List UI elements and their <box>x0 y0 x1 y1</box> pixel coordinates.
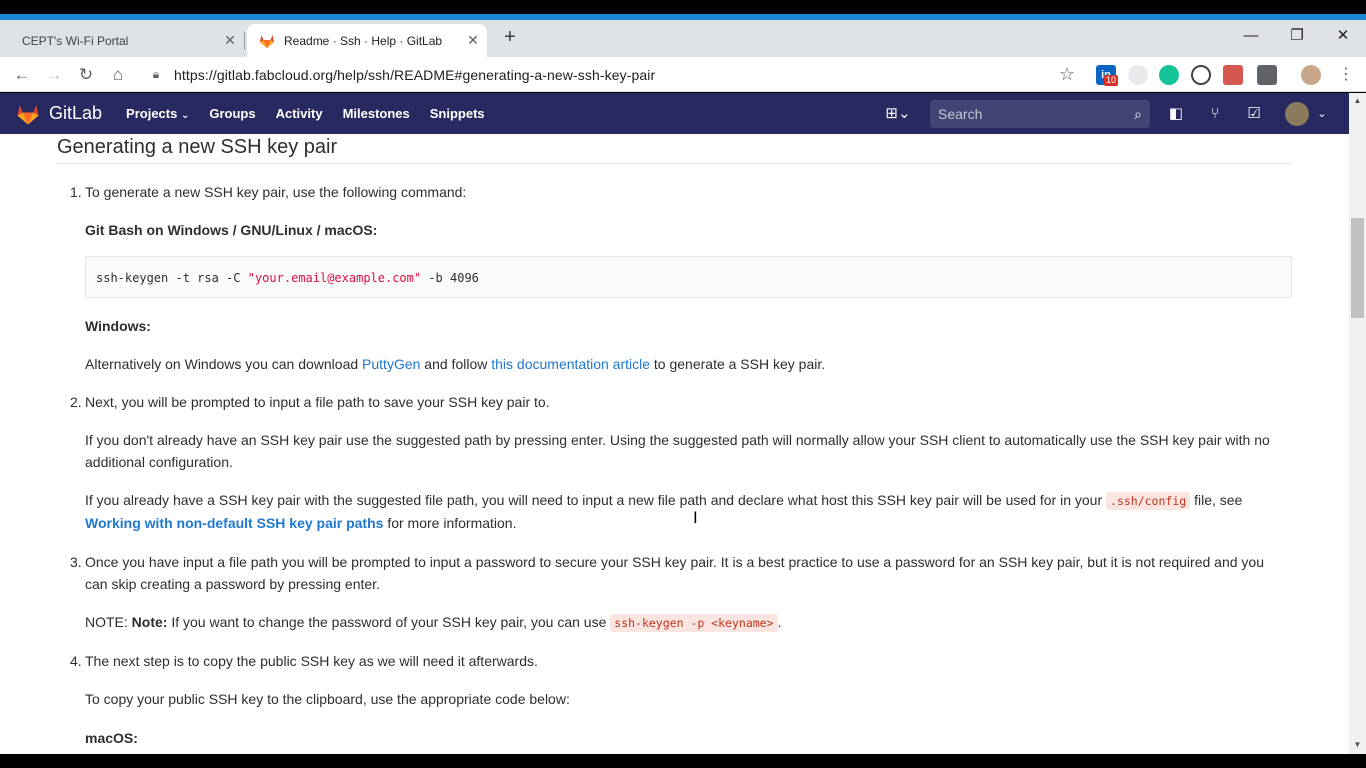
text-cursor-icon: I <box>693 508 698 527</box>
speed-icon[interactable] <box>1191 65 1211 85</box>
browser-menu-icon[interactable]: ⋮ <box>1332 61 1360 89</box>
nav-groups[interactable]: Groups <box>209 106 255 121</box>
puttygen-link[interactable]: PuttyGen <box>362 356 420 372</box>
nav-milestones[interactable]: Milestones <box>343 106 410 121</box>
documentation-link[interactable]: this documentation article <box>491 356 650 372</box>
url-text: https://gitlab.fabcloud.org/help/ssh/REA… <box>174 66 656 83</box>
tab-title: CEPT's Wi-Fi Portal <box>22 33 129 48</box>
nav-snippets[interactable]: Snippets <box>430 106 485 121</box>
scroll-down-icon[interactable]: ▼ <box>1349 740 1366 749</box>
home-icon[interactable]: ⌂ <box>104 61 132 89</box>
profile-avatar[interactable] <box>1301 65 1321 85</box>
tools-extension-icon[interactable] <box>1257 65 1277 85</box>
merge-requests-icon[interactable]: ⑂ <box>1204 103 1226 125</box>
issues-icon[interactable]: ◧ <box>1165 103 1187 125</box>
step2-paragraph-2: If you already have a SSH key pair with … <box>85 492 1243 531</box>
lock-icon: 🔒︎ <box>152 67 160 81</box>
forward-icon[interactable]: → <box>40 61 68 89</box>
search-input[interactable]: Search ⌕ <box>930 100 1150 128</box>
extension-badge: 10 <box>1104 75 1119 86</box>
list-number: 4. <box>70 653 82 669</box>
minimize-icon[interactable]: — <box>1228 20 1274 54</box>
list-number: 2. <box>70 394 82 410</box>
gitlab-favicon-icon <box>260 34 274 48</box>
scroll-thumb[interactable] <box>1351 218 1364 318</box>
inline-code: .ssh/config <box>1106 492 1191 510</box>
macos-label: macOS: <box>85 730 138 746</box>
windows-label: Windows: <box>85 318 151 334</box>
user-avatar[interactable] <box>1285 102 1309 126</box>
list-number: 3. <box>70 554 82 570</box>
close-icon[interactable]: ✕ <box>459 32 487 49</box>
browser-toolbar: ← → ↻ ⌂ 🔒︎ https://gitlab.fabcloud.org/h… <box>0 57 1366 92</box>
restore-icon[interactable]: ❐ <box>1274 20 1320 54</box>
nav-projects[interactable]: Projects ⌄ <box>126 106 189 121</box>
code-text: ssh-keygen -t rsa -C <box>96 271 248 285</box>
gitlab-header: GitLab Projects ⌄ Groups Activity Milest… <box>0 93 1349 134</box>
new-tab-button[interactable]: + <box>498 26 522 50</box>
taskbar-strip <box>0 754 1366 768</box>
search-icon: ⌕ <box>1134 105 1142 122</box>
search-placeholder: Search <box>938 106 983 122</box>
address-bar[interactable]: 🔒︎ https://gitlab.fabcloud.org/help/ssh/… <box>142 60 1082 89</box>
todos-icon[interactable]: ☑ <box>1243 103 1265 125</box>
pdf-extension-icon[interactable] <box>1223 65 1243 85</box>
page-title: Generating a new SSH key pair <box>57 134 1292 164</box>
back-icon[interactable]: ← <box>8 61 36 89</box>
inline-code: ssh-keygen -p <keyname> <box>610 614 778 632</box>
gitlab-logo[interactable]: GitLab <box>15 102 102 126</box>
tab-title: Readme · Ssh · Help · GitLab <box>284 33 443 48</box>
gitlab-brand: GitLab <box>49 103 103 123</box>
grammarly-icon[interactable] <box>1159 65 1179 85</box>
page-scrollbar[interactable] <box>1349 93 1366 754</box>
doc-content: Generating a new SSH key pair 1. To gene… <box>0 134 1349 754</box>
step2-text: Next, you will be prompted to input a fi… <box>85 394 550 410</box>
list-number: 1. <box>70 184 82 200</box>
code-text: -b 4096 <box>421 271 479 285</box>
gitbash-label: Git Bash on Windows / GNU/Linux / macOS: <box>85 222 378 238</box>
step4-paragraph-1: To copy your public SSH key to the clipb… <box>85 691 570 707</box>
step4-text: The next step is to copy the public SSH … <box>85 653 538 669</box>
windows-paragraph: Alternatively on Windows you can downloa… <box>85 356 826 372</box>
tab-gitlab-readme[interactable]: Readme · Ssh · Help · GitLab ✕ <box>247 24 487 57</box>
window-top-strip <box>0 0 1366 20</box>
nav-activity[interactable]: Activity <box>276 106 323 121</box>
chevron-down-icon[interactable]: ⌄ <box>1311 103 1333 125</box>
code-block: ssh-keygen -t rsa -C "your.email@example… <box>85 256 1292 298</box>
step1-text: To generate a new SSH key pair, use the … <box>85 184 467 200</box>
scroll-up-icon[interactable]: ▲ <box>1349 96 1366 105</box>
step3-text: Once you have input a file path you will… <box>85 554 1264 592</box>
note-paragraph: NOTE: Note: If you want to change the pa… <box>85 614 782 632</box>
gitlab-nav: Projects ⌄ Groups Activity Milestones Sn… <box>126 106 505 121</box>
extension-icon[interactable] <box>1128 65 1148 85</box>
reload-icon[interactable]: ↻ <box>72 61 100 89</box>
close-icon[interactable]: ✕ <box>216 32 244 49</box>
window-close-icon[interactable]: ✕ <box>1320 20 1366 54</box>
tab-wifi-portal[interactable]: CEPT's Wi-Fi Portal ✕ <box>8 24 244 57</box>
bookmark-star-icon[interactable]: ☆ <box>1052 64 1082 85</box>
step2-paragraph-1: If you don't already have an SSH key pai… <box>85 432 1270 470</box>
code-string: "your.email@example.com" <box>247 271 422 285</box>
browser-tab-bar: CEPT's Wi-Fi Portal ✕ Readme · Ssh · Hel… <box>0 20 1366 57</box>
new-item-icon[interactable]: ⊞⌄ <box>882 103 914 125</box>
non-default-paths-link[interactable]: Working with non-default SSH key pair pa… <box>85 515 383 531</box>
gitlab-logo-icon <box>17 104 39 124</box>
chevron-down-icon: ⌄ <box>180 110 190 121</box>
